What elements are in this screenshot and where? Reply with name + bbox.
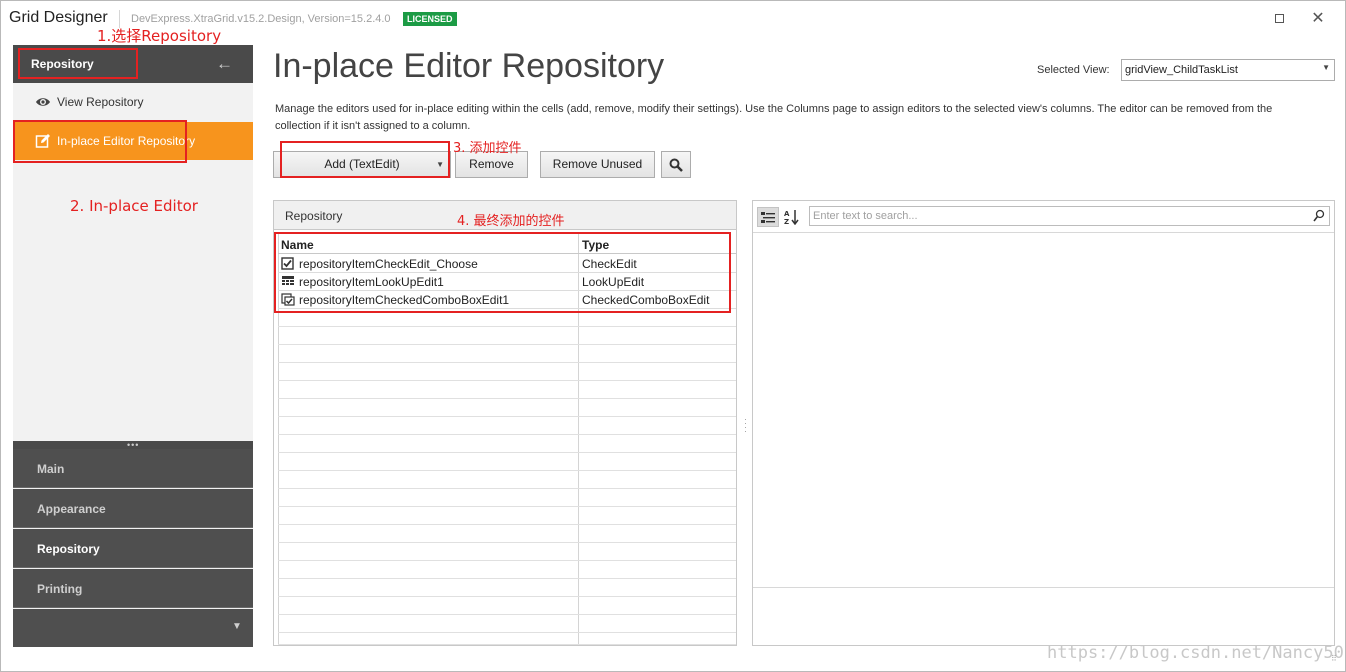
sort-az-icon: A Z: [784, 210, 799, 226]
empty-row: [278, 579, 736, 597]
page-description: Manage the editors used for in-place edi…: [275, 103, 1273, 132]
empty-row: [278, 345, 736, 363]
search-icon: [1313, 209, 1325, 222]
nav-group-main[interactable]: Main: [13, 449, 253, 488]
maximize-button[interactable]: [1272, 11, 1288, 27]
nav-group-appearance[interactable]: Appearance: [13, 489, 253, 528]
property-grid: A Z Enter text to search...: [752, 200, 1335, 646]
empty-row: [278, 525, 736, 543]
empty-row: [278, 327, 736, 345]
empty-row: [278, 363, 736, 381]
license-badge: LICENSED: [403, 12, 457, 26]
empty-row: [278, 399, 736, 417]
vertical-splitter[interactable]: · · · ·: [744, 415, 747, 436]
nav-footer[interactable]: ▼: [13, 609, 253, 647]
back-arrow-icon[interactable]: ←: [216, 54, 233, 74]
nav-splitter[interactable]: •••: [13, 440, 253, 450]
categorized-icon: [761, 212, 775, 223]
annotation-step3: 3. 添加控件: [453, 141, 522, 156]
empty-row: [278, 453, 736, 471]
svg-text:A: A: [784, 210, 790, 218]
search-placeholder: Enter text to search...: [813, 210, 918, 222]
selected-view-combo[interactable]: gridView_ChildTaskList ▼: [1121, 59, 1335, 81]
empty-row: [278, 507, 736, 525]
empty-row: [278, 471, 736, 489]
annotation-step2: 2. In-place Editor: [70, 197, 198, 215]
watermark: https://blog.csdn.net/Nancy50: [1047, 643, 1344, 663]
grid-designer-window: Grid Designer DevExpress.XtraGrid.v15.2.…: [0, 0, 1346, 672]
close-icon: ✕: [1311, 10, 1325, 27]
window-title: Grid Designer: [9, 9, 108, 26]
nav-item-label: View Repository: [57, 95, 144, 109]
annotation-box-inplace-editor: [13, 120, 187, 163]
property-toolbar: A Z Enter text to search...: [753, 201, 1334, 233]
grid-caption-label: Repository: [285, 209, 343, 223]
empty-row: [278, 543, 736, 561]
chevron-down-icon: ▼: [232, 621, 242, 632]
nav-item-view-repository[interactable]: View Repository: [13, 83, 253, 121]
annotation-step1: 1.选择Repository: [97, 27, 222, 45]
search-icon: [669, 158, 683, 172]
annotation-step4: 4. 最终添加的控件: [457, 214, 565, 229]
version-text: DevExpress.XtraGrid.v15.2.Design, Versio…: [131, 13, 391, 25]
page-title: In-place Editor Repository: [273, 47, 665, 85]
maximize-icon: [1275, 14, 1284, 23]
empty-row: [278, 489, 736, 507]
nav-group-label: Repository: [37, 542, 100, 556]
nav-group-label: Main: [37, 462, 65, 476]
svg-text:Z: Z: [784, 218, 789, 225]
close-button[interactable]: ✕: [1310, 11, 1326, 27]
nav-group-label: Appearance: [37, 502, 106, 516]
categorized-view-button[interactable]: [757, 207, 779, 227]
search-button[interactable]: [661, 151, 691, 178]
alphabetical-sort-button[interactable]: A Z: [781, 207, 803, 227]
resize-grip-icon[interactable]: ⠿: [1331, 655, 1337, 663]
selected-view-value: gridView_ChildTaskList: [1125, 64, 1238, 76]
nav-group-printing[interactable]: Printing: [13, 569, 253, 608]
nav-group-label: Printing: [37, 582, 83, 596]
annotation-box-repository: [18, 48, 138, 79]
empty-row: [278, 381, 736, 399]
annotation-box-add-button: [280, 141, 450, 178]
property-description-divider: [753, 587, 1334, 588]
nav-group-repository[interactable]: Repository: [13, 529, 253, 568]
selected-view-label: Selected View:: [1037, 64, 1110, 76]
empty-row: [278, 435, 736, 453]
empty-row: [278, 597, 736, 615]
empty-row: [278, 561, 736, 579]
eye-icon: [36, 98, 50, 106]
empty-row: [278, 633, 736, 645]
empty-row: [278, 615, 736, 633]
empty-row: [278, 417, 736, 435]
property-search-input[interactable]: Enter text to search...: [809, 206, 1330, 226]
remove-unused-button[interactable]: Remove Unused: [540, 151, 655, 178]
dropdown-arrow-icon: ▼: [1322, 63, 1330, 72]
annotation-box-added-editors: [274, 232, 731, 313]
